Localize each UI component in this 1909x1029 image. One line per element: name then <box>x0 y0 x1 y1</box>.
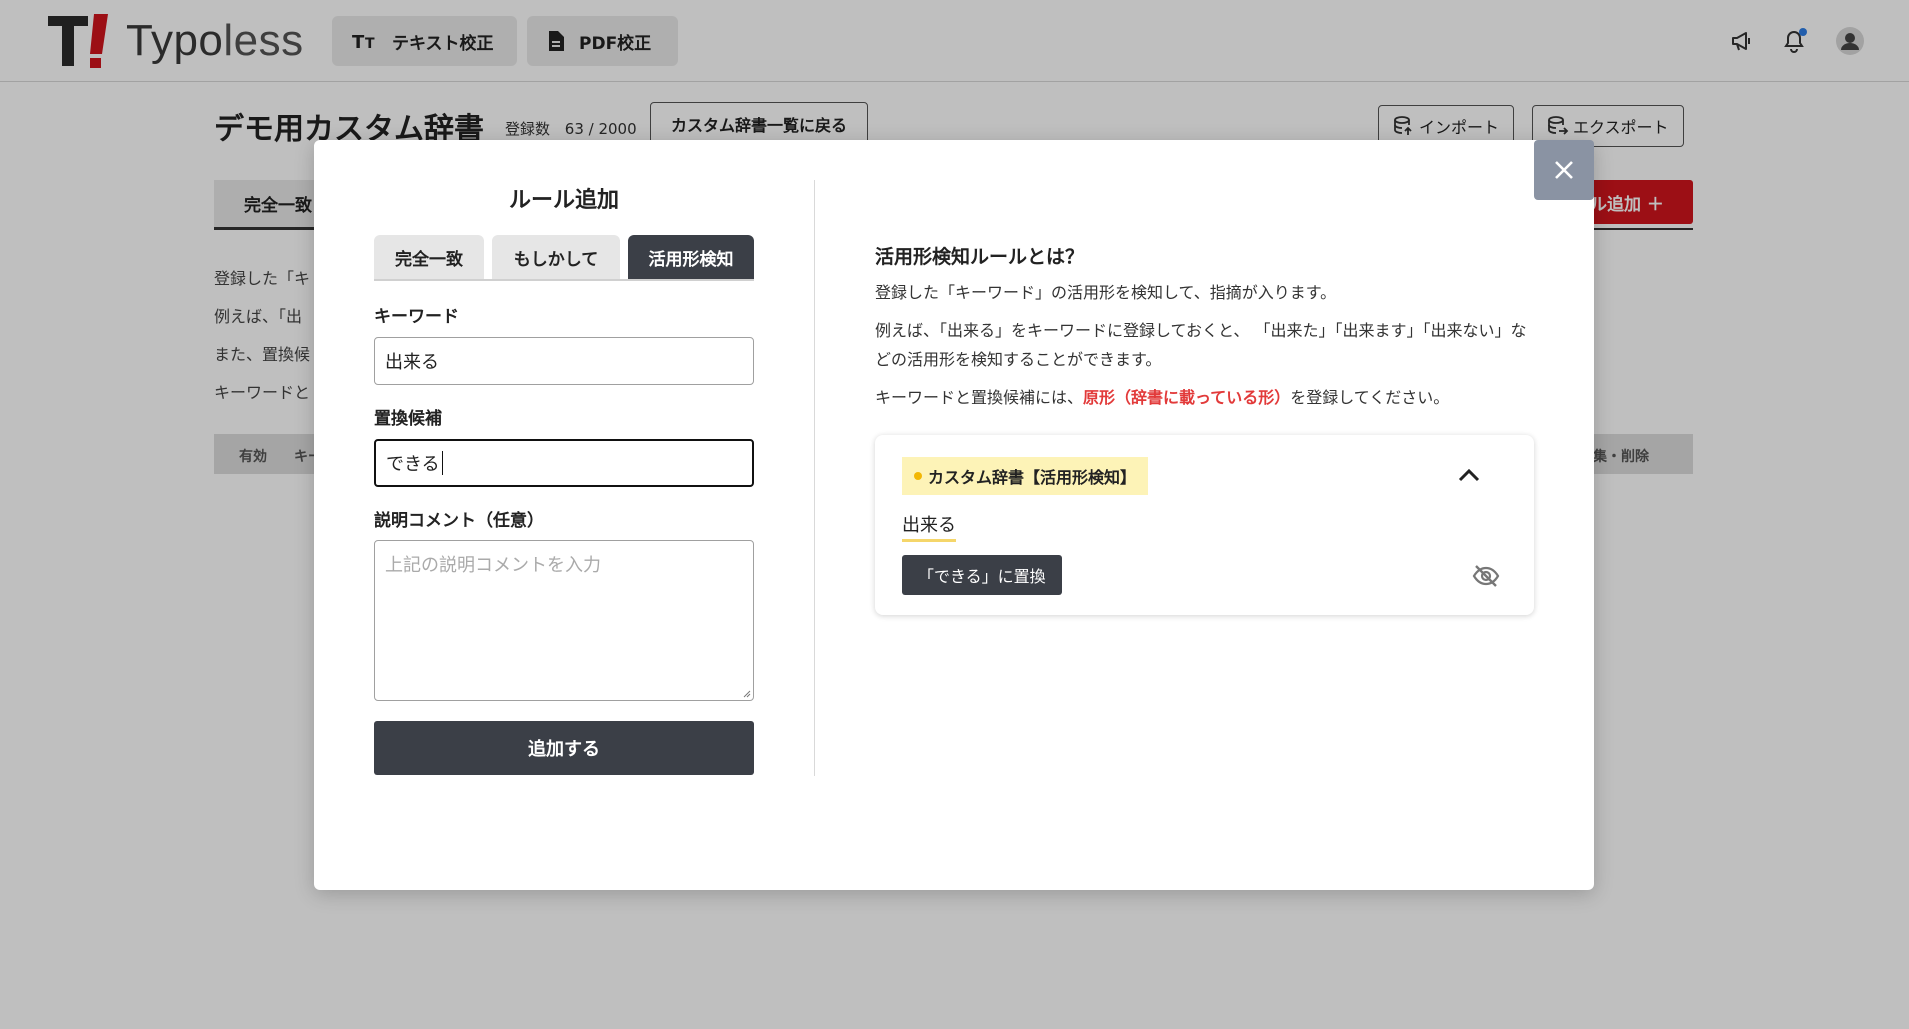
replacement-input-value: できる <box>386 454 440 475</box>
modal-title: ルール追加 <box>508 188 619 213</box>
info-paragraph-1: 登録した「キーワード」の活用形を検知して、指摘が入ります。 <box>875 283 1337 302</box>
card-replace-button[interactable]: 「できる」に置換 <box>902 555 1062 595</box>
info-paragraph-2: 例えば、「出来る」をキーワードに登録しておくと、 「出来た」「出来ます」「出来な… <box>875 321 1527 369</box>
card-keyword: 出来る <box>902 513 956 542</box>
keyword-input[interactable]: 出来る <box>374 337 754 385</box>
info-p3-text-a: キーワードと置換候補には、 <box>875 388 1084 407</box>
info-p3-text-b: を登録してください。 <box>1290 388 1450 407</box>
replacement-input[interactable]: できる <box>374 439 754 487</box>
tab-exact-match[interactable]: 完全一致 <box>374 235 484 279</box>
modal-divider <box>814 180 815 776</box>
card-badge: カスタム辞書【活用形検知】 <box>902 457 1149 495</box>
text-caret <box>441 451 443 475</box>
add-submit-button[interactable]: 追加する <box>374 721 754 775</box>
eye-off-icon[interactable] <box>1470 560 1502 592</box>
tab-conjugation-detect[interactable]: 活用形検知 <box>628 235 754 279</box>
keyword-label: キーワード <box>374 307 459 327</box>
comment-textarea[interactable]: 上記の説明コメントを入力 <box>374 540 754 701</box>
comment-placeholder: 上記の説明コメントを入力 <box>385 555 601 576</box>
info-p3-highlight: 原形（辞書に載っている形） <box>1083 388 1291 407</box>
add-rule-modal: ルール追加 完全一致 もしかして 活用形検知 キーワード 出来る 置換候補 でき… <box>314 140 1594 890</box>
close-modal-button[interactable] <box>1534 140 1594 200</box>
info-paragraph-3: キーワードと置換候補には、原形（辞書に載っている形）を登録してください。 <box>875 383 1535 412</box>
replacement-label: 置換候補 <box>374 409 442 429</box>
keyword-input-value: 出来る <box>385 352 439 373</box>
card-badge-label: カスタム辞書【活用形検知】 <box>928 468 1137 487</box>
info-title: 活用形検知ルールとは？ <box>875 246 1085 268</box>
resize-grip-icon[interactable] <box>741 688 751 698</box>
tab-did-you-mean[interactable]: もしかして <box>492 235 620 279</box>
comment-label: 説明コメント（任意） <box>374 511 544 531</box>
rule-type-tabs: 完全一致 もしかして 活用形検知 <box>374 235 754 281</box>
badge-dot <box>914 472 922 480</box>
chevron-up-icon[interactable] <box>1455 461 1483 489</box>
example-card: カスタム辞書【活用形検知】 出来る 「できる」に置換 <box>875 435 1534 615</box>
close-icon <box>1555 161 1573 179</box>
